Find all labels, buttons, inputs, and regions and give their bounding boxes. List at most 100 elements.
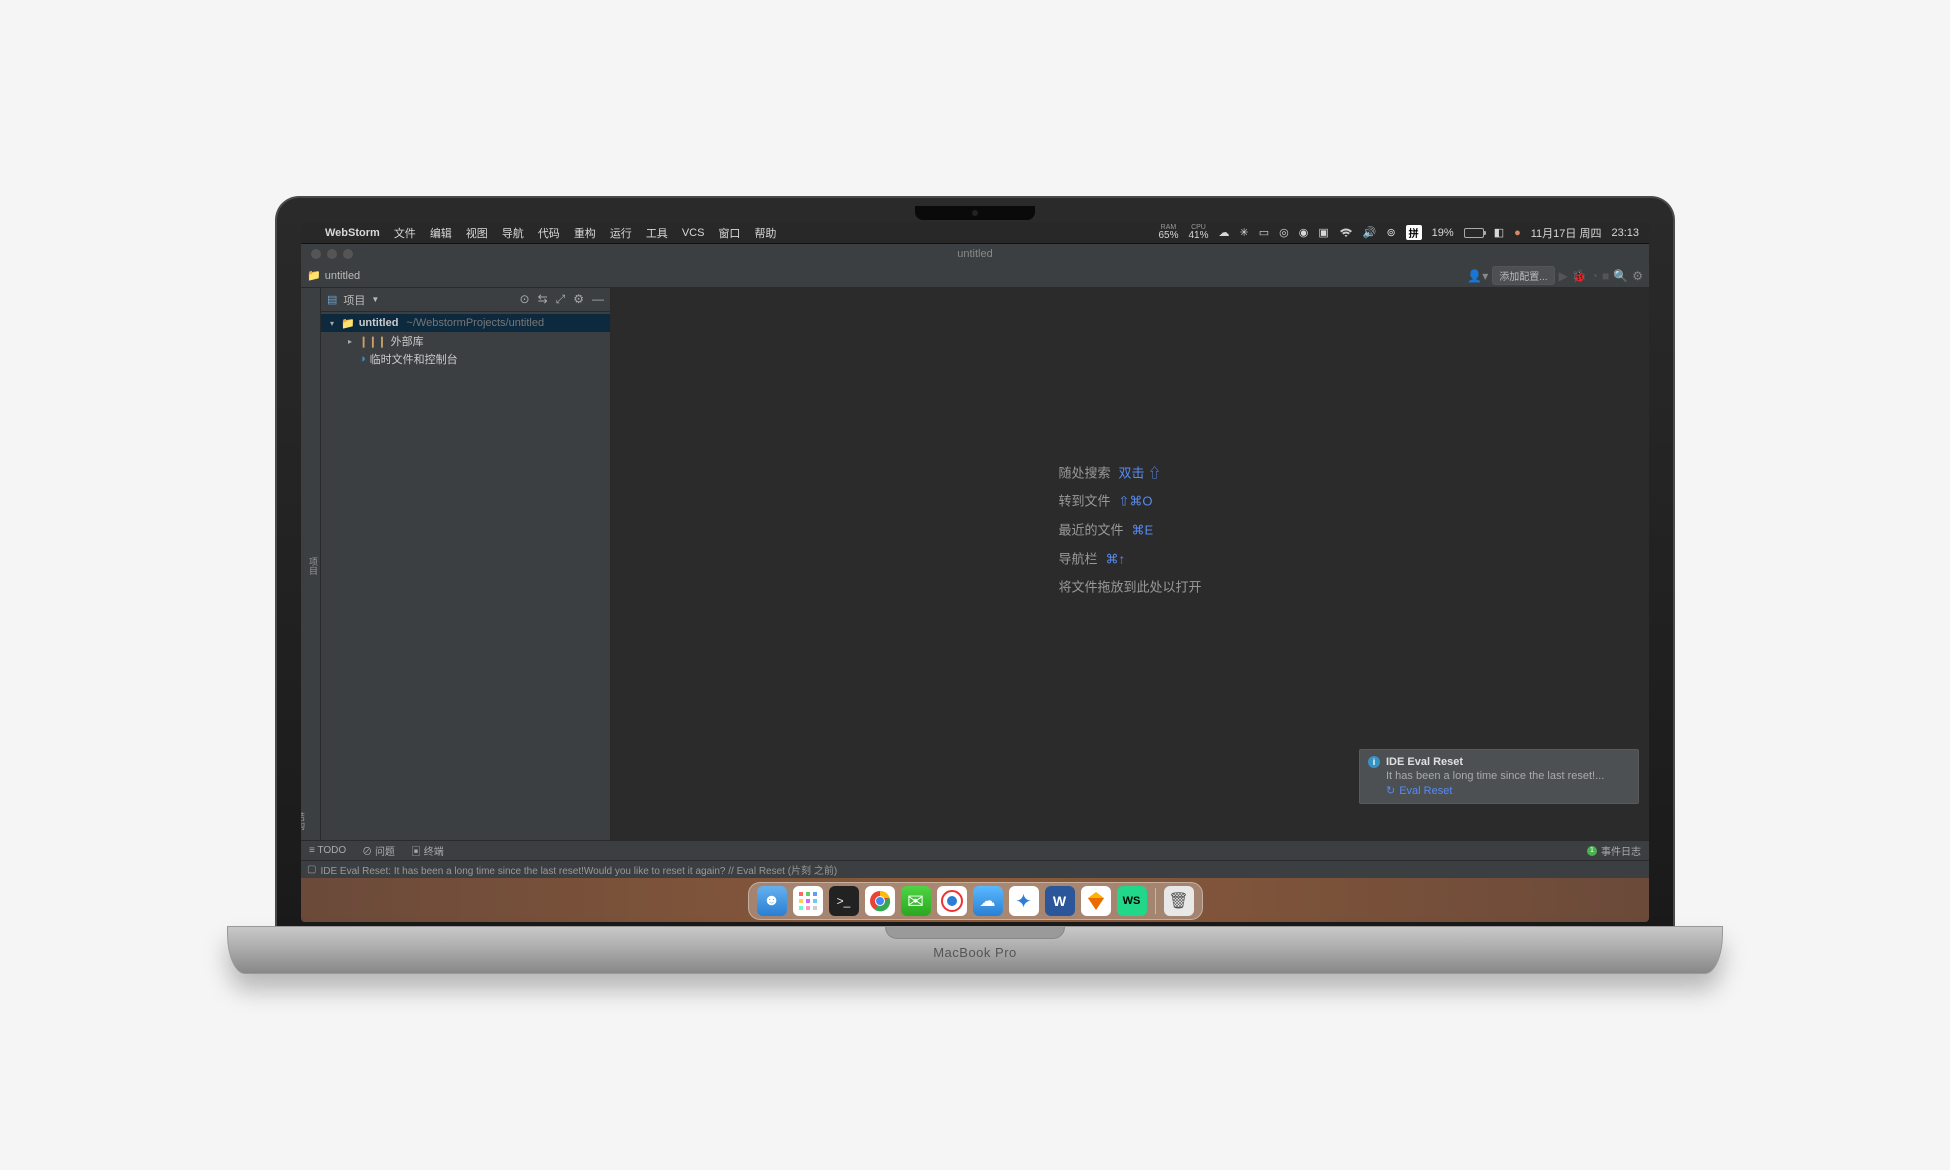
- laptop-base: MacBook Pro: [227, 926, 1723, 974]
- notification-body: It has been a long time since the last r…: [1386, 770, 1630, 782]
- project-panel-title[interactable]: 项目: [343, 292, 365, 308]
- tray-icon[interactable]: ◎: [1279, 226, 1289, 239]
- status-rect-icon[interactable]: ▢: [307, 864, 316, 875]
- menu-code[interactable]: 代码: [538, 225, 560, 241]
- traffic-zoom-icon[interactable]: [343, 249, 353, 259]
- panel-settings-icon[interactable]: ⚙: [573, 292, 584, 307]
- refresh-icon: ↻: [1386, 784, 1395, 797]
- tray-dot-1-icon[interactable]: ◧: [1494, 226, 1504, 239]
- dock-cloud-app[interactable]: ☁︎: [973, 886, 1003, 916]
- cpu-indicator[interactable]: CPU 41%: [1188, 224, 1208, 241]
- tree-root-row[interactable]: ▾ 📁 untitled ~/WebstormProjects/untitled: [321, 314, 610, 332]
- hint-navbar: 导航栏: [1058, 551, 1097, 566]
- ext-lib-label: 外部库: [391, 333, 424, 349]
- dock-baidu-netdisk[interactable]: [937, 886, 967, 916]
- cloud-icon[interactable]: ☁︎: [1218, 226, 1229, 239]
- menu-help[interactable]: 帮助: [754, 225, 776, 241]
- select-opened-icon[interactable]: ⊙: [520, 292, 530, 307]
- breadcrumb-root[interactable]: untitled: [325, 270, 360, 282]
- editor-area[interactable]: 随处搜索双击 ⇧ 转到文件⇧⌘O 最近的文件⌘E 导航栏⌘↑ 将文件拖放到此处以…: [611, 288, 1649, 840]
- expand-all-icon[interactable]: ⇆: [538, 292, 548, 307]
- wifi-icon[interactable]: [1339, 228, 1353, 238]
- chevron-down-icon[interactable]: ▾: [327, 319, 337, 328]
- menu-window[interactable]: 窗口: [718, 225, 740, 241]
- coverage-icon[interactable]: ◔: [1591, 269, 1598, 283]
- menu-navigate[interactable]: 导航: [502, 225, 524, 241]
- stop-icon[interactable]: ■: [1602, 269, 1609, 283]
- dock-launchpad[interactable]: [793, 886, 823, 916]
- battery-percent: 19%: [1432, 227, 1454, 239]
- traffic-close-icon[interactable]: [311, 249, 321, 259]
- hint-search-everywhere: 随处搜索: [1058, 465, 1110, 480]
- gutter-project-tab[interactable]: 项目: [308, 557, 318, 575]
- tab-event-log[interactable]: 事件日志: [1601, 843, 1641, 858]
- tab-terminal[interactable]: ▣ 终端: [411, 843, 444, 858]
- battery-icon[interactable]: [1464, 228, 1484, 238]
- tree-root-path: ~/WebstormProjects/untitled: [406, 317, 544, 329]
- dock-finder[interactable]: ☻: [757, 886, 787, 916]
- status-bar: ▢ IDE Eval Reset: It has been a long tim…: [301, 860, 1649, 878]
- macos-menubar: WebStorm 文件 编辑 视图 导航 代码 重构 运行 工具 VCS 窗口 …: [301, 222, 1649, 244]
- menu-file[interactable]: 文件: [394, 225, 416, 241]
- screen: WebStorm 文件 编辑 视图 导航 代码 重构 运行 工具 VCS 窗口 …: [301, 222, 1649, 922]
- dock-webstorm[interactable]: WS: [1117, 886, 1147, 916]
- tab-todo[interactable]: ≡ TODO: [309, 845, 346, 856]
- desktop-strip: ☻ >_ ✉︎ ☁︎ ✦ W: [301, 878, 1649, 922]
- dock-sketch[interactable]: [1081, 886, 1111, 916]
- tray-icon-3[interactable]: ▣: [1318, 226, 1328, 239]
- tree-external-libraries[interactable]: ▸ ❙❙❙ 外部库: [321, 332, 610, 350]
- hint-navbar-key: ⌘↑: [1106, 551, 1126, 566]
- user-dropdown-icon[interactable]: 👤▾: [1467, 269, 1488, 283]
- menu-refactor[interactable]: 重构: [574, 225, 596, 241]
- scratch-icon: ◑: [359, 353, 366, 365]
- gutter-structure-tab[interactable]: 结构: [301, 812, 307, 830]
- dock-chrome[interactable]: [865, 886, 895, 916]
- collapse-all-icon[interactable]: ⤢: [556, 292, 566, 307]
- dock-wechat[interactable]: ✉︎: [901, 886, 931, 916]
- traffic-minimize-icon[interactable]: [327, 249, 337, 259]
- menu-vcs[interactable]: VCS: [682, 227, 705, 239]
- hint-goto-file: 转到文件: [1058, 494, 1110, 509]
- tray-dot-2-icon[interactable]: ●: [1514, 227, 1521, 239]
- menubar-date[interactable]: 11月17日 周四: [1531, 225, 1602, 241]
- tray-icon-2[interactable]: ◉: [1299, 226, 1309, 239]
- laptop-model-label: MacBook Pro: [933, 945, 1017, 960]
- hint-recent-files: 最近的文件: [1058, 523, 1123, 538]
- main-toolbar: 📁 untitled 👤▾ 添加配置... ▶ 🐞 ◔ ■ 🔍 ⚙: [301, 264, 1649, 288]
- debug-icon[interactable]: 🐞: [1572, 269, 1587, 283]
- camera-notch: [915, 206, 1035, 220]
- screen-bezel: WebStorm 文件 编辑 视图 导航 代码 重构 运行 工具 VCS 窗口 …: [275, 196, 1675, 926]
- menubar-time[interactable]: 23:13: [1611, 227, 1639, 239]
- wechat-tray-icon[interactable]: ✳︎: [1239, 226, 1248, 239]
- dock-trash[interactable]: 🗑: [1164, 886, 1194, 916]
- window-titlebar: untitled: [301, 244, 1649, 264]
- volume-icon[interactable]: 🔊: [1363, 226, 1377, 239]
- dock-separator: [1155, 888, 1156, 914]
- tab-problems[interactable]: ⊘ 问题: [362, 843, 395, 858]
- notification-action-link[interactable]: ↻ Eval Reset: [1386, 784, 1452, 797]
- menu-view[interactable]: 视图: [466, 225, 488, 241]
- ide-body: 项目 结构 收藏夹 ★ ▤ 项目 ▼ ⊙: [301, 288, 1649, 840]
- dock-word[interactable]: W: [1045, 886, 1075, 916]
- dock-terminal[interactable]: >_: [829, 886, 859, 916]
- ram-indicator[interactable]: RAM 65%: [1158, 224, 1178, 241]
- display-tray-icon[interactable]: ▭: [1259, 226, 1269, 239]
- run-icon[interactable]: ▶: [1559, 269, 1568, 283]
- dock-safari[interactable]: ✦: [1009, 886, 1039, 916]
- search-everywhere-icon[interactable]: 🔍: [1613, 269, 1628, 283]
- notification-popup: i IDE Eval Reset It has been a long time…: [1359, 749, 1639, 804]
- scratch-label: 临时文件和控制台: [370, 351, 458, 367]
- project-panel-dropdown-icon[interactable]: ▼: [371, 295, 379, 304]
- settings-icon[interactable]: ⚙: [1632, 269, 1643, 283]
- menu-tools[interactable]: 工具: [646, 225, 668, 241]
- menu-run[interactable]: 运行: [610, 225, 632, 241]
- tree-scratches[interactable]: ◑ 临时文件和控制台: [321, 350, 610, 368]
- chevron-right-icon[interactable]: ▸: [345, 337, 355, 346]
- project-tool-window: ▤ 项目 ▼ ⊙ ⇆ ⤢ ⚙ — ▾: [321, 288, 611, 840]
- menu-edit[interactable]: 编辑: [430, 225, 452, 241]
- run-config-dropdown[interactable]: 添加配置...: [1492, 266, 1554, 285]
- menubar-app-name[interactable]: WebStorm: [325, 227, 380, 239]
- hide-panel-icon[interactable]: —: [592, 292, 604, 307]
- search-tray-icon[interactable]: ⊚: [1386, 226, 1395, 239]
- input-method-indicator[interactable]: 拼: [1406, 225, 1422, 240]
